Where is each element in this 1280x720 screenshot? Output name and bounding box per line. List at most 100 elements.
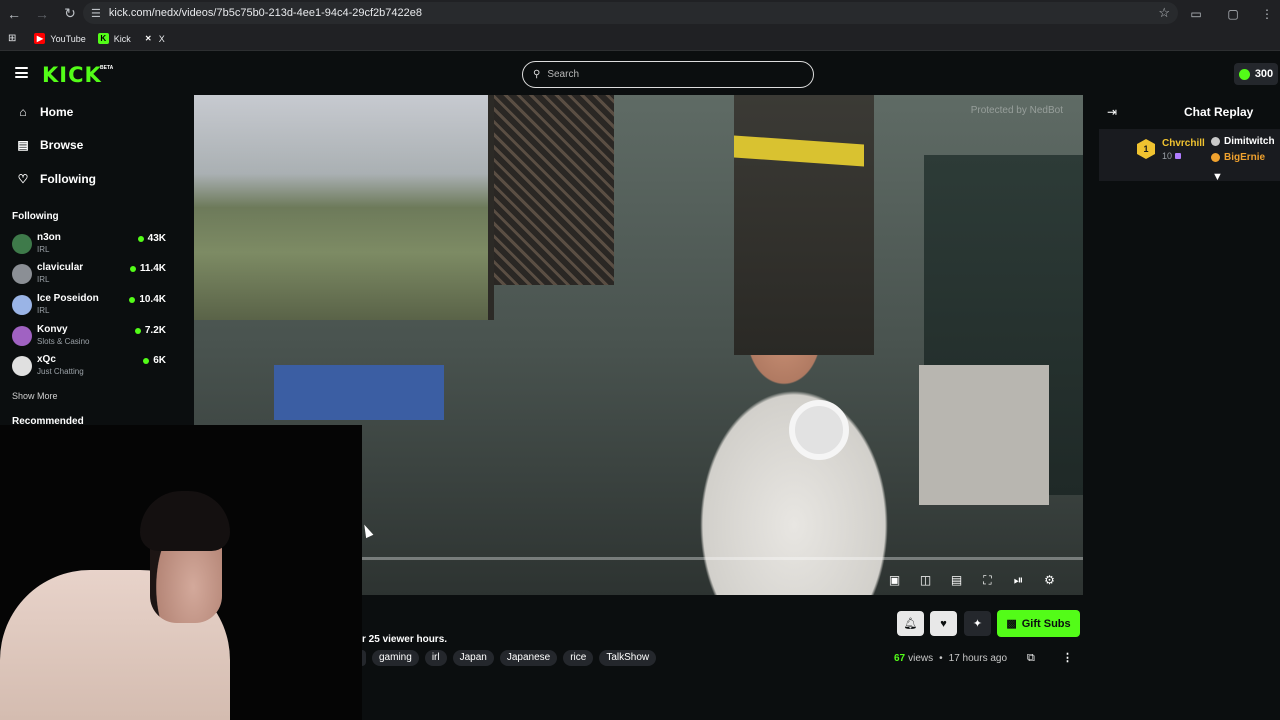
tag[interactable]: Japan — [452, 650, 494, 666]
chat-panel: ⇥ Chat Replay 1 Chvrchill 10 Dimitwitch … — [1099, 95, 1280, 625]
kick-points-icon — [1238, 68, 1250, 80]
video-scene-tomix-box — [274, 365, 444, 420]
chat-title: Chat Replay — [1184, 105, 1254, 119]
channel-name: clavicular — [37, 262, 84, 273]
live-dot-icon — [137, 235, 144, 242]
video-scene-computer — [919, 365, 1049, 505]
cast-icon[interactable]: ▢ — [1220, 0, 1246, 27]
separator-dot: • — [939, 653, 943, 664]
search-icon: ⚲ — [533, 69, 541, 80]
points-badge[interactable]: 300 — [1234, 63, 1278, 85]
webcam-person-hair — [140, 491, 230, 551]
avatar — [12, 356, 32, 376]
show-more-link[interactable]: Show More — [12, 391, 58, 401]
chat-user[interactable]: Dimitwitch — [1211, 136, 1275, 147]
expand-gifters-icon[interactable]: ▼ — [1212, 171, 1223, 183]
viewer-count: 6K — [143, 355, 166, 366]
follow-heart-button[interactable]: ♥ — [930, 611, 957, 636]
url-text[interactable]: kick.com/nedx/videos/7b5c75b0-213d-4ee1-… — [109, 7, 422, 19]
video-scene-fan — [789, 400, 849, 460]
menu-icon[interactable]: ⋮ — [1254, 0, 1280, 27]
viewer-count: 11.4K — [129, 263, 166, 274]
extensions-icon[interactable]: ▭ — [1183, 0, 1209, 27]
bookmark-kick[interactable]: K Kick — [97, 33, 131, 44]
channel-category: Just Chatting — [37, 367, 84, 376]
more-options-icon[interactable]: ⋮ — [1062, 651, 1073, 664]
miniplayer-icon[interactable]: ▣ — [879, 573, 910, 588]
avatar — [12, 326, 32, 346]
sparkle-icon: ✦ — [972, 618, 983, 630]
chat-user[interactable]: BigErnie — [1211, 152, 1265, 163]
video-scene-curtain — [494, 95, 614, 285]
notification-bell-button[interactable]: 🔔︎ — [897, 611, 924, 636]
beta-label: BETA — [100, 65, 114, 71]
sidebar: ⌂ Home ▤ Browse ♡ Following Following n3… — [0, 95, 178, 426]
gift-icon: ▩ — [1006, 618, 1017, 630]
settings-gear-icon[interactable]: ⚙ — [1034, 573, 1065, 588]
gifter-count-value: 10 — [1162, 151, 1173, 161]
following-item-clavicular[interactable]: clavicular IRL 11.4K — [12, 262, 168, 290]
nav-label: Home — [40, 105, 74, 119]
avatar — [12, 264, 32, 284]
gifter-name[interactable]: Chvrchill — [1162, 138, 1205, 149]
heart-icon: ♡ — [17, 172, 29, 186]
viewer-count: 7.2K — [134, 325, 166, 336]
nav-following[interactable]: ♡ Following — [16, 172, 96, 186]
bookmark-star-icon[interactable]: ☆ — [1158, 5, 1170, 21]
live-dot-icon — [129, 296, 136, 303]
gift-subs-label: Gift Subs — [1021, 617, 1071, 630]
nav-browse[interactable]: ▤ Browse — [16, 138, 83, 152]
search-input[interactable] — [547, 69, 788, 80]
views-count: 67 — [894, 653, 906, 664]
back-button[interactable]: ← — [0, 0, 28, 27]
tag[interactable]: Japanese — [499, 650, 558, 666]
apps-icon[interactable]: ⊞ — [8, 33, 16, 44]
address-bar[interactable]: ☰ kick.com/nedx/videos/7b5c75b0-213d-4ee… — [83, 2, 1178, 24]
bookmark-label: YouTube — [50, 33, 86, 44]
tag[interactable]: gaming — [372, 650, 419, 666]
reload-button[interactable]: ↻ — [56, 0, 84, 27]
gift-subs-button[interactable]: ▩ Gift Subs — [997, 610, 1080, 637]
webcam-overlay — [0, 425, 362, 720]
following-item-n3on[interactable]: n3on IRL 43K — [12, 232, 168, 260]
nav-label: Browse — [40, 138, 84, 152]
playback-speed-icon[interactable]: ⏯ — [1003, 573, 1034, 588]
bookmark-label: X — [158, 33, 165, 44]
channel-category: IRL — [37, 245, 50, 254]
tag-partial[interactable] — [362, 650, 366, 666]
viewer-count-value: 7.2K — [144, 325, 166, 336]
collapse-chat-icon[interactable]: ⇥ — [1107, 105, 1117, 119]
video-scene-shelf — [734, 95, 874, 355]
x-icon: ✕ — [144, 34, 152, 43]
following-item-xqc[interactable]: xQc Just Chatting 6K — [12, 354, 168, 382]
hamburger-menu-icon[interactable] — [15, 67, 28, 78]
nav-home[interactable]: ⌂ Home — [16, 105, 73, 119]
site-info-icon[interactable]: ☰ — [91, 7, 101, 20]
bookmark-youtube[interactable]: ▶ YouTube — [34, 33, 86, 44]
viewer-count-value: 11.4K — [139, 263, 166, 274]
bookmark-label: Kick — [113, 33, 131, 44]
theater-mode-icon[interactable]: ▤ — [941, 573, 972, 588]
forward-button[interactable]: → — [28, 0, 56, 27]
following-item-ice-poseidon[interactable]: Ice Poseidon IRL 10.4K — [12, 293, 168, 321]
user-badge-icon — [1211, 153, 1220, 162]
search-box[interactable]: ⚲ — [522, 61, 814, 88]
channel-category: IRL — [37, 306, 50, 315]
heart-icon: ♥ — [940, 617, 947, 630]
video-age: 17 hours ago — [948, 653, 1008, 664]
user-badge-icon — [1211, 137, 1220, 146]
tag[interactable]: rice — [563, 650, 594, 666]
fullscreen-icon[interactable]: ⛶ — [972, 573, 1003, 588]
rank-badge: 1 — [1137, 139, 1155, 159]
share-icon[interactable]: ⧉ — [1027, 652, 1035, 665]
following-item-konvy[interactable]: Konvy Slots & Casino 7.2K — [12, 324, 168, 352]
bookmark-x[interactable]: ✕ X — [143, 33, 165, 44]
video-scene-window — [194, 95, 494, 320]
clip-icon[interactable]: ◫ — [910, 573, 941, 588]
sparkle-button[interactable]: ✦ — [964, 611, 991, 636]
tag[interactable]: TalkShow — [599, 650, 657, 666]
tag[interactable]: irl — [424, 650, 447, 666]
kick-logo[interactable]: KICK — [42, 63, 102, 87]
following-heading: Following — [12, 211, 59, 222]
channel-name: Ice Poseidon — [37, 293, 99, 304]
